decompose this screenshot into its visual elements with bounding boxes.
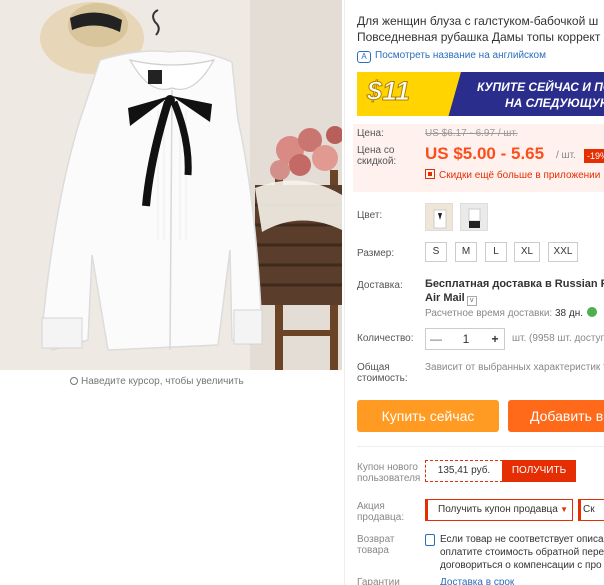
- seller-coupon-select[interactable]: Получить купон продавца ▼: [425, 499, 573, 521]
- shipping-method[interactable]: Air Mail v: [425, 292, 477, 306]
- blouse-photo: [0, 0, 342, 370]
- seller-coupon-select-text: Получить купон продавца: [438, 504, 558, 515]
- chevron-down-icon: v: [466, 296, 477, 306]
- returns-line1: Если товар не соответствует описан: [440, 534, 604, 545]
- banner-line2: НА СЛЕДУЮЩУЮ: [505, 96, 604, 110]
- price-unit: / шт.: [556, 150, 576, 161]
- product-title-line1: Для женщин блуза с галстуком-бабочкой ш: [357, 14, 599, 28]
- product-image[interactable]: [0, 0, 342, 370]
- buy-now-button[interactable]: Купить сейчас: [357, 400, 499, 432]
- returns-label-1: Возврат: [357, 534, 395, 545]
- color-thumb-2-icon: [468, 208, 481, 228]
- promo-banner[interactable]: $11 КУПИТЕ СЕЙЧАС И ПОЛ НА СЛЕДУЮЩУЮ: [357, 72, 604, 116]
- current-price: US $5.00 - 5.65: [425, 144, 545, 163]
- coupon-label-1: Купон нового: [357, 462, 418, 473]
- size-option-l[interactable]: L: [485, 242, 507, 262]
- quantity-stepper[interactable]: — 1 +: [425, 328, 505, 350]
- coupon-value: 135,41 руб.: [425, 460, 503, 482]
- shipping-method-text: Air Mail: [425, 292, 465, 304]
- quantity-input[interactable]: 1: [446, 329, 486, 349]
- size-option-s[interactable]: S: [425, 242, 447, 262]
- returns-label-2: товара: [357, 545, 389, 556]
- qr-icon: [425, 169, 435, 179]
- color-option-1[interactable]: [425, 203, 453, 231]
- banner-amount: $11: [366, 76, 411, 107]
- translate-icon: A: [357, 51, 371, 63]
- delivery-time-value: 38 дн.: [555, 308, 584, 319]
- returns-line2: оплатите стоимость обратной перес: [440, 547, 604, 558]
- quantity-plus-button[interactable]: +: [486, 329, 504, 349]
- seller-coupon-select-2[interactable]: Ск: [578, 499, 604, 521]
- banner-line1: КУПИТЕ СЕЙЧАС И ПОЛ: [477, 80, 604, 94]
- add-to-cart-button[interactable]: Добавить в: [508, 400, 604, 432]
- seller-promo-label-1: Акция: [357, 501, 385, 512]
- size-option-xl[interactable]: XL: [514, 242, 540, 262]
- delivery-time-label: Расчетное время доставки:: [425, 308, 553, 319]
- shipping-line1: Бесплатная доставка в Russian Feder: [425, 278, 604, 290]
- total-label-1: Общая: [357, 362, 390, 373]
- section-divider: [357, 446, 604, 447]
- coupon-label-2: пользователя: [357, 473, 421, 484]
- zoom-hint: Наведите курсор, чтобы увеличить: [70, 376, 244, 387]
- shield-icon: [425, 534, 435, 546]
- app-discount-text: Скидки ещё больше в приложении: [439, 170, 601, 181]
- size-option-xxl[interactable]: XXL: [548, 242, 578, 262]
- color-thumb-1-icon: [433, 209, 447, 229]
- size-label: Размер:: [357, 248, 395, 259]
- translate-link[interactable]: A Посмотреть название на английском: [357, 50, 546, 63]
- total-label-2: стоимость:: [357, 373, 408, 384]
- guarantee-delivery: Доставка в срок: [440, 577, 515, 585]
- shipping-label: Доставка:: [357, 280, 403, 291]
- guarantee-label: Гарантии: [357, 577, 400, 585]
- check-icon: [587, 307, 598, 317]
- color-option-2[interactable]: [460, 203, 488, 231]
- dropdown-arrow-icon: ▼: [560, 505, 568, 514]
- product-page: Наведите курсор, чтобы увеличить Для жен…: [0, 0, 604, 585]
- delivery-time: Расчетное время доставки: 38 дн.: [425, 307, 598, 319]
- zoom-hint-text: Наведите курсор, чтобы увеличить: [81, 376, 244, 387]
- color-label: Цвет:: [357, 210, 383, 221]
- app-discount-link[interactable]: Скидки ещё больше в приложении: [425, 169, 600, 181]
- magnifier-icon: [70, 377, 78, 385]
- discount-price-label-2: скидкой:: [357, 156, 397, 167]
- price-label: Цена:: [357, 128, 384, 139]
- divider: [344, 0, 345, 585]
- translate-link-text: Посмотреть название на английском: [375, 50, 546, 61]
- returns-line3: договориться о компенсации с про: [440, 560, 602, 571]
- size-option-m[interactable]: M: [455, 242, 477, 262]
- discount-price-label-1: Цена со: [357, 145, 395, 156]
- seller-promo-label-2: продавца:: [357, 512, 405, 523]
- total-value: Зависит от выбранных характеристик т: [425, 362, 604, 373]
- quantity-minus-button[interactable]: —: [426, 329, 446, 349]
- old-price: US $6.17 - 6.97 / шт.: [425, 128, 518, 139]
- product-title-line2: Повседневная рубашка Дамы топы коррект: [357, 30, 601, 44]
- quantity-available: шт. (9958 шт. доступ: [512, 333, 604, 344]
- quantity-label: Количество:: [357, 333, 414, 344]
- discount-badge: -19%: [584, 149, 604, 163]
- get-coupon-button[interactable]: ПОЛУЧИТЬ: [502, 460, 576, 482]
